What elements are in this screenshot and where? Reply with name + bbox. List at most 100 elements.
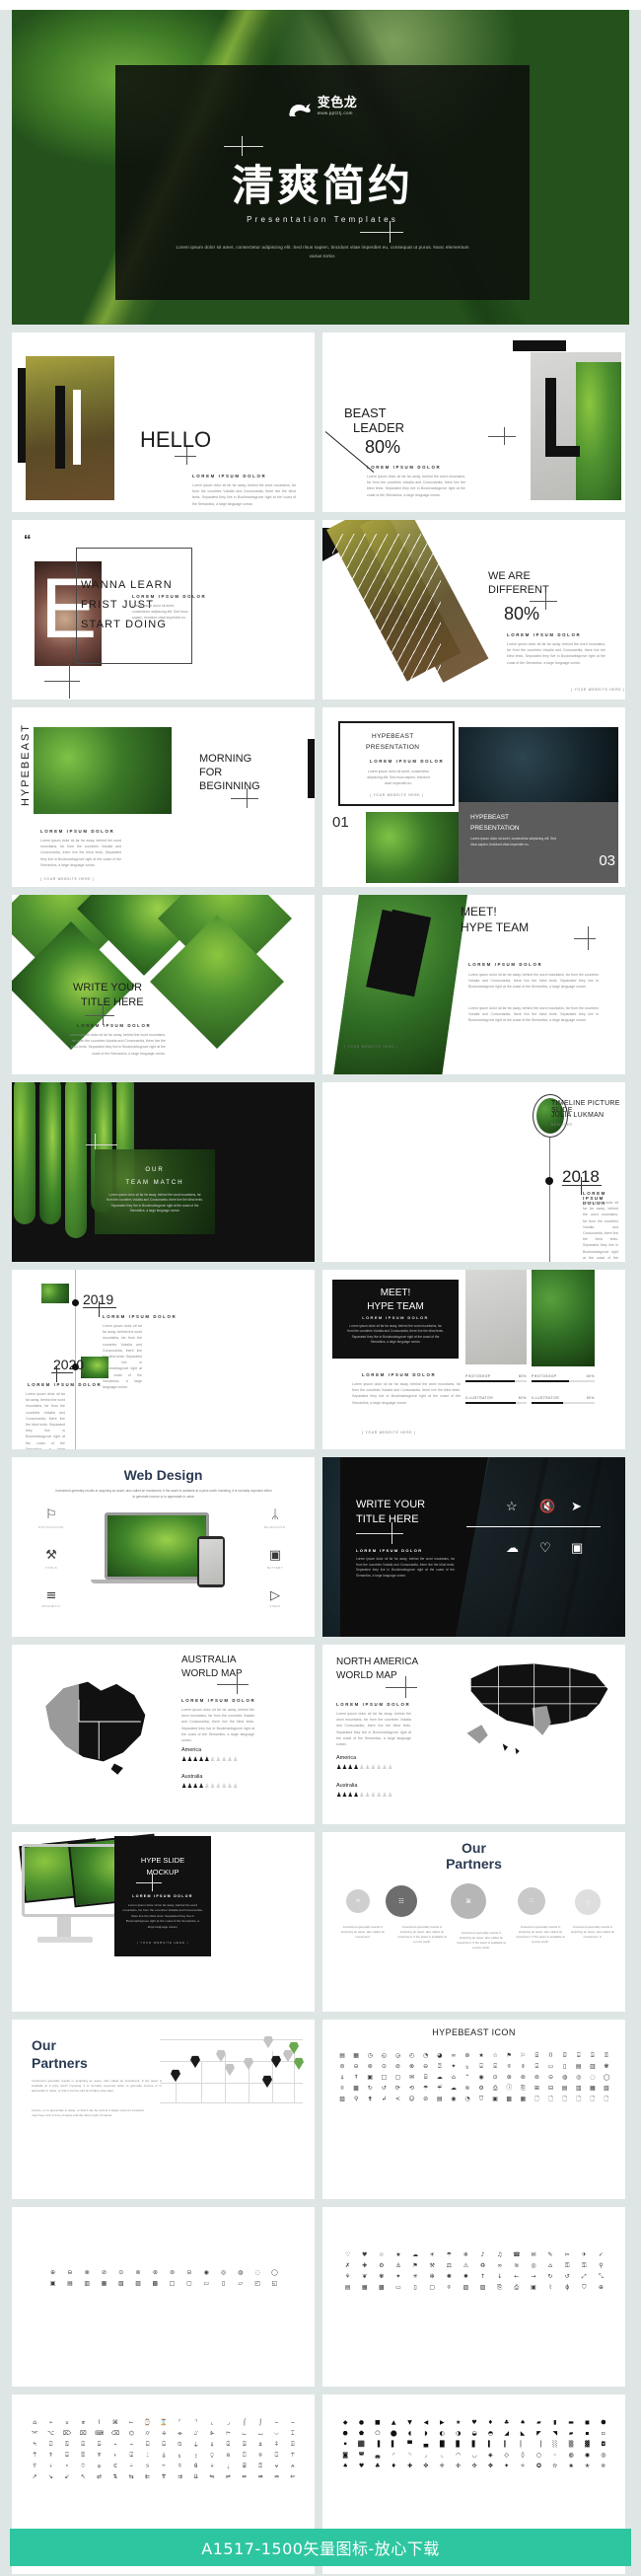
outline-icon-51[interactable]: ⍐: [286, 2440, 300, 2449]
icon-block-bluetooth[interactable]: ᛦ BLUETOOTH: [257, 1509, 293, 1529]
solid-icon-72[interactable]: ♦: [387, 2462, 400, 2470]
solid-icon-78[interactable]: ✥: [483, 2462, 497, 2470]
circle-icon-11[interactable]: ◎: [216, 2268, 231, 2277]
slide-we-are-different[interactable]: WE ARE DIFFERENT 80% LOREM IPSUM DOLOR L…: [322, 520, 625, 699]
outline-icon-86[interactable]: ↗: [28, 2472, 41, 2481]
mail-icon[interactable]: ✉: [526, 2250, 540, 2259]
outline-icon-10[interactable]: ⌜: [173, 2418, 186, 2427]
outline-icon-85[interactable]: ⍲: [286, 2462, 300, 2470]
sparkle-icon[interactable]: ✦: [391, 2272, 405, 2281]
outline-icon-78[interactable]: ⍫: [173, 2462, 186, 2470]
pin-icon[interactable]: ⚵: [364, 2095, 376, 2103]
parasol-icon[interactable]: ☔: [434, 2084, 446, 2093]
doc-icon[interactable]: ▤: [340, 2283, 355, 2292]
solid-icon-40[interactable]: ▄: [419, 2440, 433, 2449]
outline-icon-49[interactable]: ⍎: [253, 2440, 267, 2449]
outline-icon-71[interactable]: ⍤: [60, 2462, 74, 2470]
note-icon[interactable]: ♪: [475, 2250, 490, 2259]
tablet-icon[interactable]: ▢: [425, 2283, 440, 2292]
chip-icon[interactable]: ▩: [503, 2095, 515, 2103]
check-circle-icon[interactable]: ⊛: [503, 2073, 515, 2082]
outline-icon-55[interactable]: ⍔: [76, 2451, 90, 2460]
outline-icon-96[interactable]: ⇊: [189, 2472, 203, 2481]
image-icon[interactable]: ▣: [571, 1540, 583, 1556]
outline-icon-41[interactable]: ⍆: [124, 2440, 138, 2449]
outline-icon-37[interactable]: ⍂: [60, 2440, 74, 2449]
slide-timeline-2018[interactable]: TIMELINE PICTURE SLIDE JULIA LUKMAN DESI…: [322, 1082, 625, 1262]
outline-icon-67[interactable]: ⍠: [269, 2451, 283, 2460]
anchor-icon[interactable]: ⚓: [391, 2261, 405, 2270]
flag-icon[interactable]: ⚐: [517, 2051, 529, 2060]
solid-icon-9[interactable]: ♥: [467, 2418, 481, 2427]
camera-icon[interactable]: ⌾: [442, 2283, 457, 2292]
solid-icon-46[interactable]: ▏: [516, 2440, 530, 2449]
clock-icon[interactable]: ◷: [364, 2051, 376, 2060]
outline-icon-27[interactable]: ⌯: [173, 2429, 186, 2438]
cloud2-icon[interactable]: ☁: [448, 2084, 460, 2093]
square-icon-2[interactable]: ▤: [62, 2279, 77, 2288]
solid-icon-48[interactable]: ░: [548, 2440, 562, 2449]
outline-icon-36[interactable]: ⍁: [43, 2440, 57, 2449]
square-icon-11[interactable]: ▯: [216, 2279, 231, 2288]
target-icon[interactable]: ◎: [573, 2073, 585, 2082]
rotate-icon[interactable]: ⟳: [392, 2084, 403, 2093]
square-icon-13[interactable]: ◰: [249, 2279, 264, 2288]
glasses2-icon[interactable]: ⊜: [336, 2062, 348, 2071]
solid-icon-21[interactable]: ⬤: [387, 2429, 400, 2438]
glasses-icon[interactable]: ∞: [448, 2051, 460, 2060]
outline-icon-19[interactable]: ⌥: [43, 2429, 57, 2438]
gift-icon[interactable]: ⌺: [573, 2051, 585, 2060]
outline-icon-73[interactable]: ⍦: [92, 2462, 106, 2470]
solid-icon-32[interactable]: ▰: [564, 2429, 578, 2438]
circle-icon-3[interactable]: ⊗: [80, 2268, 95, 2277]
solid-icon-38[interactable]: ▌: [387, 2440, 400, 2449]
globe-icon[interactable]: ⊕: [594, 2283, 608, 2292]
star-outline-icon[interactable]: ☆: [489, 2051, 501, 2060]
solid-icon-64[interactable]: ○: [532, 2451, 545, 2460]
solid-icon-31[interactable]: ◥: [548, 2429, 562, 2438]
outline-icon-94[interactable]: ⇈: [157, 2472, 171, 2481]
outline-icon-69[interactable]: ⍢: [28, 2462, 41, 2470]
mute-icon[interactable]: 🔇: [539, 1499, 555, 1514]
sunglasses-icon[interactable]: ⊛: [462, 2051, 473, 2060]
outline-icon-22[interactable]: ⌨: [92, 2429, 106, 2438]
solid-icon-14[interactable]: ▮: [548, 2418, 562, 2427]
solid-icon-51[interactable]: ◘: [597, 2440, 610, 2449]
solid-icon-59[interactable]: ◠: [451, 2451, 464, 2460]
outline-icon-52[interactable]: ⍑: [28, 2451, 41, 2460]
outline-icon-24[interactable]: ⌬: [124, 2429, 138, 2438]
arrow-right-icon[interactable]: →: [526, 2272, 540, 2281]
solid-icon-20[interactable]: ⬠: [371, 2429, 385, 2438]
solid-icon-39[interactable]: ▀: [402, 2440, 416, 2449]
outline-icon-39[interactable]: ⍄: [92, 2440, 106, 2449]
square-icon-5[interactable]: ▧: [113, 2279, 128, 2288]
outline-icon-3[interactable]: ⌅: [60, 2418, 74, 2427]
outline-icon-80[interactable]: ⍭: [205, 2462, 219, 2470]
server-icon[interactable]: ☷: [386, 1885, 417, 1917]
solid-icon-3[interactable]: ■: [371, 2418, 385, 2427]
solid-icon-28[interactable]: ◢: [500, 2429, 514, 2438]
outline-icon-8[interactable]: ⌚: [140, 2418, 154, 2427]
arrow-icon[interactable]: ↲: [378, 2095, 390, 2103]
outline-icon-61[interactable]: ⍚: [173, 2451, 186, 2460]
outline-icon-33[interactable]: ⌵: [269, 2429, 283, 2438]
outline-icon-70[interactable]: ⍣: [43, 2462, 57, 2470]
icon-block-notification[interactable]: ⚐ NOTIFICATION: [34, 1509, 69, 1529]
stopwatch-icon[interactable]: ◴: [406, 2051, 418, 2060]
server-icon[interactable]: ▤: [434, 2095, 446, 2103]
gear-icon[interactable]: ⚙: [475, 2084, 487, 2093]
slide-hypebeast-presentation[interactable]: HYPEBEAST PRESENTATION LOREM IPSUM DOLOR…: [322, 707, 625, 887]
cloud-icon[interactable]: ☁: [408, 2250, 423, 2259]
circle-icon-10[interactable]: ◉: [199, 2268, 214, 2277]
snow-icon[interactable]: ❄: [459, 2250, 473, 2259]
inbox-icon[interactable]: ⌸: [420, 2073, 432, 2082]
slide-write-title-dark[interactable]: WRITE YOUR TITLE HERE LOREM IPSUM DOLOR …: [322, 1457, 625, 1637]
bag-icon[interactable]: ⌷: [545, 2051, 557, 2060]
flag-icon[interactable]: ⚑: [408, 2261, 423, 2270]
cart-icon[interactable]: ▦: [350, 2051, 362, 2060]
outline-icon-64[interactable]: ⍝: [221, 2451, 235, 2460]
outline-icon-12[interactable]: ⌞: [205, 2418, 219, 2427]
alarm-icon[interactable]: ◶: [392, 2051, 403, 2060]
outline-icon-82[interactable]: ⍯: [238, 2462, 251, 2470]
cart2-icon[interactable]: ⍰: [434, 2062, 446, 2071]
